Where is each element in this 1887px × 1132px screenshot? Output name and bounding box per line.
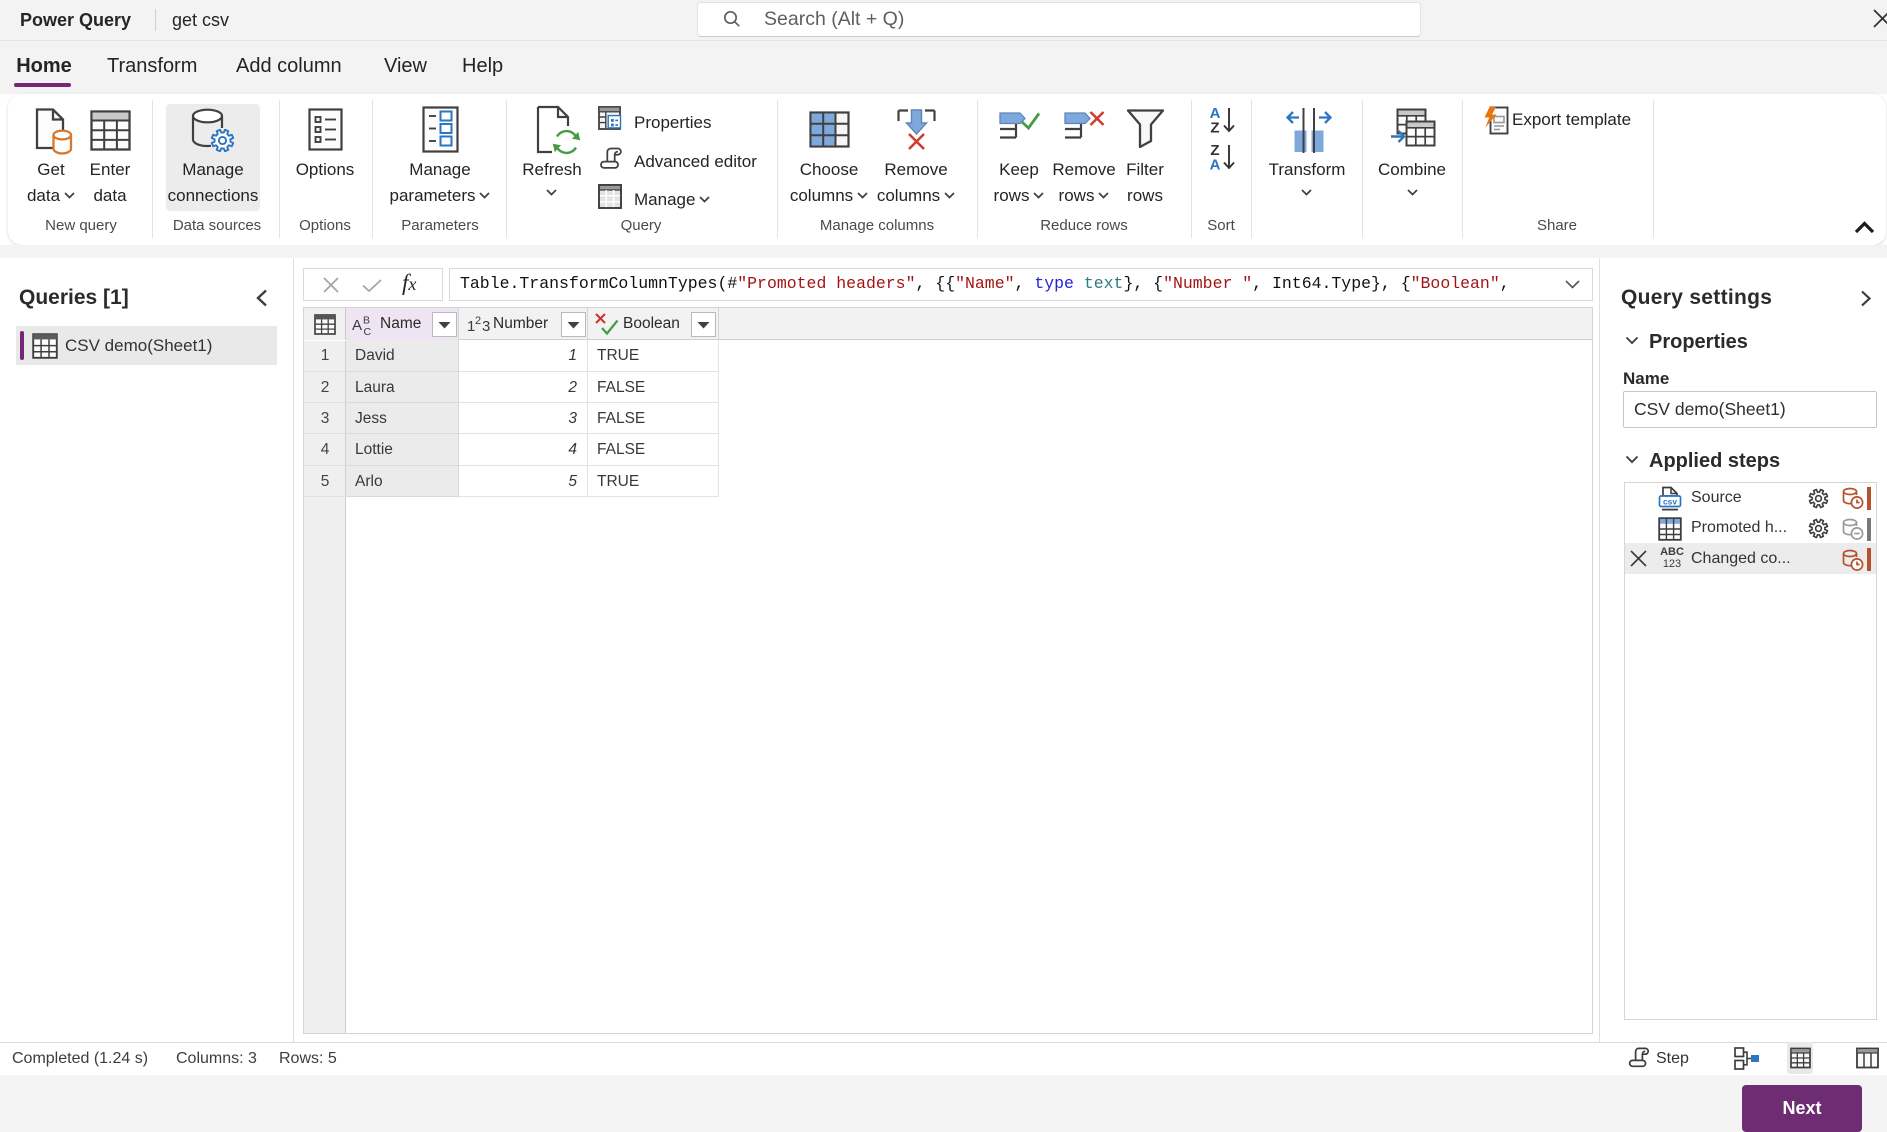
svg-text:3: 3: [482, 318, 490, 335]
svg-text:csv: csv: [1663, 496, 1677, 506]
svg-text:A: A: [1210, 157, 1221, 174]
svg-text:A: A: [352, 317, 362, 334]
svg-text:Z: Z: [1210, 120, 1219, 137]
svg-text:2: 2: [475, 315, 481, 327]
svg-text:B: B: [363, 315, 370, 327]
svg-text:C: C: [364, 326, 372, 336]
